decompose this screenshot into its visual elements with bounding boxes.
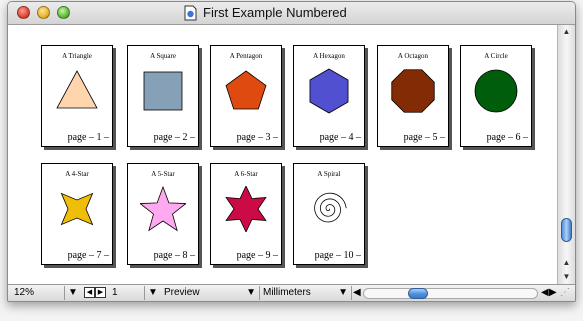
page-thumbnail[interactable]: A Triangle page – 1 –	[41, 45, 113, 147]
vertical-scroll-thumb[interactable]	[561, 218, 572, 242]
star4-shape-icon	[60, 192, 94, 226]
vertical-scrollbar[interactable]: ▲ ▲ ▼	[557, 25, 575, 284]
page-number-label: page – 5 –	[403, 132, 445, 143]
view-mode-dropdown-icon: ▼	[246, 287, 256, 298]
page-thumbnail[interactable]: A 6-Star page – 9 –	[210, 163, 282, 265]
page-thumbnail[interactable]: A Octagon page – 5 –	[377, 45, 449, 147]
page-thumbnail[interactable]: A Square page – 2 –	[127, 45, 199, 147]
document-window: First Example Numbered A Triangle page – …	[7, 1, 576, 302]
page-number-label: page – 9 –	[236, 250, 278, 261]
page-thumbnail[interactable]: A Circle page – 6 –	[460, 45, 532, 147]
page-shape-title: A Triangle	[62, 52, 92, 60]
page-shape-title: A Spiral	[317, 170, 341, 178]
previous-page-icon[interactable]: ◀	[84, 286, 95, 298]
page-shape-title: A 5-Star	[151, 170, 175, 178]
scroll-down-icon[interactable]: ▼	[558, 270, 575, 284]
circle-shape-icon	[474, 69, 518, 113]
scroll-left-icon[interactable]: ◀	[353, 286, 361, 300]
page-shape-title: A 4-Star	[65, 170, 89, 178]
document-icon	[184, 5, 197, 21]
triangle-shape-icon	[56, 70, 98, 109]
page-shape-title: A 6-Star	[234, 170, 258, 178]
page-number-label: page – 7 –	[67, 250, 109, 261]
page-thumbnail[interactable]: A Pentagon page – 3 –	[210, 45, 282, 147]
page-shape-title: A Square	[150, 52, 176, 60]
page-thumbnail[interactable]: A 4-Star page – 7 –	[41, 163, 113, 265]
zoom-button[interactable]	[57, 6, 70, 19]
horizontal-scroll-thumb[interactable]	[408, 288, 428, 299]
square-shape-icon	[143, 71, 183, 111]
page-number-label: page – 2 –	[153, 132, 195, 143]
scroll-right-icon[interactable]: ▶	[549, 286, 557, 300]
page-number-label: page – 3 –	[236, 132, 278, 143]
zoom-dropdown-icon[interactable]: ▼	[68, 286, 80, 300]
page-dropdown-icon[interactable]: ▼	[148, 286, 160, 300]
view-mode-select[interactable]: Preview ▼	[164, 286, 260, 300]
star5-shape-icon	[140, 186, 186, 232]
page-number-label: page – 8 –	[153, 250, 195, 261]
spiral-shape-icon	[314, 192, 347, 223]
scroll-left-icon[interactable]: ◀	[541, 286, 549, 300]
page-number-field[interactable]: 1	[112, 286, 145, 300]
hexagon-shape-icon	[309, 68, 349, 114]
title-bar[interactable]: First Example Numbered	[8, 2, 575, 25]
page-number-label: page – 10 –	[314, 250, 361, 261]
units-dropdown-icon: ▼	[338, 287, 348, 298]
status-bar: 12% ▼ ◀ ▶ 1 ▼ Preview ▼ Millimeters ▼ ◀ ◀…	[8, 284, 575, 301]
octagon-shape-icon	[391, 69, 435, 113]
page-number-label: page – 1 –	[67, 132, 109, 143]
page-number-label: page – 6 –	[486, 132, 528, 143]
units-value: Millimeters	[263, 287, 311, 298]
close-button[interactable]	[17, 6, 30, 19]
window-title-text: First Example Numbered	[203, 5, 347, 20]
view-mode-value: Preview	[164, 287, 200, 298]
horizontal-scroll-track[interactable]	[363, 288, 538, 299]
scroll-up-icon[interactable]: ▲	[558, 256, 575, 270]
page-shape-title: A Hexagon	[313, 52, 345, 60]
pentagon-shape-icon	[225, 70, 267, 110]
page-number-label: page – 4 –	[319, 132, 361, 143]
minimize-button[interactable]	[37, 6, 50, 19]
page-shape-title: A Circle	[484, 52, 508, 60]
page-thumbnail[interactable]: A 5-Star page – 8 –	[127, 163, 199, 265]
page-thumbnail[interactable]: A Spiral page – 10 –	[293, 163, 365, 265]
next-page-icon[interactable]: ▶	[95, 286, 106, 298]
resize-grip-icon[interactable]: ⋰	[560, 286, 572, 300]
units-select[interactable]: Millimeters ▼	[263, 286, 352, 300]
star6-shape-icon	[225, 186, 267, 232]
page-shape-title: A Octagon	[397, 52, 429, 60]
page-nav[interactable]: ◀ ▶	[84, 286, 108, 300]
zoom-field[interactable]: 12%	[14, 286, 65, 300]
window-title: First Example Numbered	[184, 5, 347, 21]
page-canvas[interactable]: A Triangle page – 1 – A Square page – 2 – A …	[8, 25, 557, 284]
page-thumbnail[interactable]: A Hexagon page – 4 –	[293, 45, 365, 147]
scroll-up-icon[interactable]: ▲	[558, 25, 575, 39]
page-shape-title: A Pentagon	[229, 52, 263, 60]
